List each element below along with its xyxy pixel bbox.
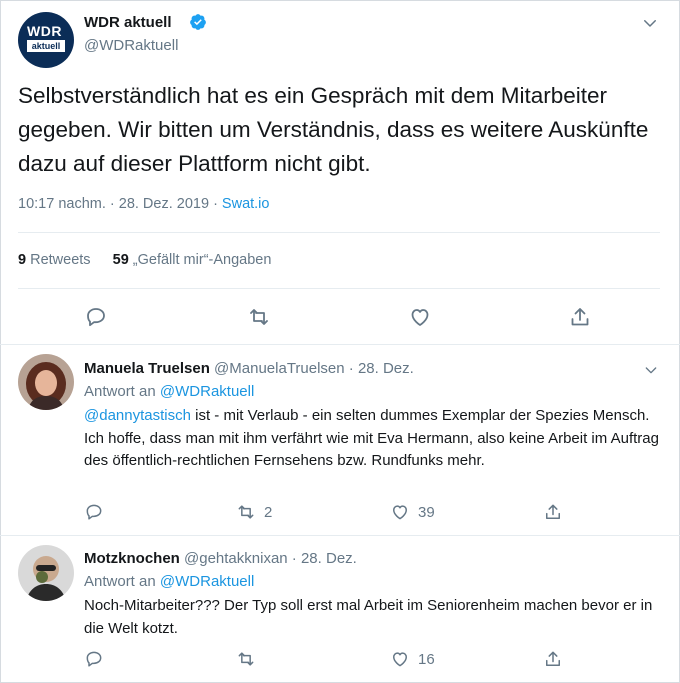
share-icon[interactable] [568, 305, 592, 329]
divider [18, 288, 660, 289]
reply-to-label: Antwort an [84, 383, 156, 400]
retweet-count: 9 [18, 252, 27, 268]
share-icon[interactable] [543, 502, 563, 522]
reply-action[interactable] [84, 502, 104, 522]
retweet-icon[interactable] [247, 305, 271, 329]
like-icon[interactable] [390, 649, 410, 669]
reply-text: Noch-Mitarbeiter??? Der Typ soll erst ma… [84, 597, 653, 637]
retweet-action[interactable] [236, 649, 256, 669]
reply-to-label: Antwort an [84, 573, 156, 590]
author-handle[interactable]: @WDRaktuell [84, 37, 178, 54]
like-action[interactable]: 16 [390, 649, 435, 669]
chevron-down-icon[interactable] [643, 362, 659, 378]
reply-header: Motzknochen @gehtakknixan · 28. Dez. [84, 550, 357, 567]
verified-badge-icon [190, 14, 206, 30]
author-name[interactable]: Manuela Truelsen [84, 360, 210, 377]
retweet-label: Retweets [30, 252, 91, 268]
timestamp[interactable]: 10:17 nachm. · 28. Dez. 2019 · [18, 196, 222, 212]
reply-text: @dannytastisch ist - mit Verlaub - ein s… [84, 405, 664, 473]
retweet-action[interactable]: 2 [236, 502, 272, 522]
reply-tweet[interactable]: Manuela Truelsen @ManuelaTruelsen · 28. … [0, 345, 680, 535]
source-link[interactable]: Swat.io [222, 196, 270, 212]
tweet-metadata: 10:17 nachm. · 28. Dez. 2019 · Swat.io [18, 196, 269, 212]
like-count: 59 [112, 252, 129, 268]
divider [18, 232, 660, 233]
avatar[interactable] [18, 545, 74, 601]
retweet-stat[interactable]: 9 Retweets [18, 252, 91, 268]
avatar[interactable]: WDR aktuell [18, 12, 74, 68]
avatar-logo-text: WDR [27, 23, 62, 39]
retweet-icon[interactable] [236, 502, 256, 522]
reply-action[interactable] [84, 649, 104, 669]
like-action[interactable]: 39 [390, 502, 435, 522]
mention-link[interactable]: @dannytastisch [84, 407, 191, 424]
avatar-logo-subtext: aktuell [27, 40, 65, 52]
avatar[interactable] [18, 354, 74, 410]
like-count: 39 [418, 503, 435, 521]
reply-icon[interactable] [84, 305, 108, 329]
author-handle-date[interactable]: @ManuelaTruelsen · 28. Dez. [214, 360, 414, 377]
retweet-count: 2 [264, 503, 273, 521]
tweet-text: Selbstverständlich hat es ein Gespräch m… [18, 83, 649, 176]
share-icon[interactable] [543, 649, 563, 669]
main-tweet: WDR aktuell WDR aktuell @WDRaktuell Selb… [0, 0, 680, 344]
like-count: 16 [418, 650, 435, 668]
reply-to: Antwort an @WDRaktuell [84, 383, 254, 400]
author-name[interactable]: WDR aktuell [84, 14, 172, 31]
like-label: „Gefällt mir“-Angaben [132, 252, 272, 268]
reply-to: Antwort an @WDRaktuell [84, 573, 254, 590]
reply-tweet[interactable]: Motzknochen @gehtakknixan · 28. Dez. Ant… [0, 536, 680, 683]
share-action[interactable] [543, 649, 563, 669]
reply-header: Manuela Truelsen @ManuelaTruelsen · 28. … [84, 360, 414, 377]
chevron-down-icon[interactable] [641, 14, 659, 32]
reply-icon[interactable] [84, 649, 104, 669]
like-stat[interactable]: 59 „Gefällt mir“-Angaben [113, 252, 272, 268]
share-action[interactable] [543, 502, 563, 522]
like-icon[interactable] [408, 305, 432, 329]
like-icon[interactable] [390, 502, 410, 522]
reply-icon[interactable] [84, 502, 104, 522]
author-name[interactable]: Motzknochen [84, 550, 180, 567]
author-handle-date[interactable]: @gehtakknixan · 28. Dez. [184, 550, 357, 567]
reply-to-link[interactable]: @WDRaktuell [160, 573, 254, 590]
reply-to-link[interactable]: @WDRaktuell [160, 383, 254, 400]
retweet-icon[interactable] [236, 649, 256, 669]
tweet-stats: 9 Retweets 59 „Gefällt mir“-Angaben [18, 252, 271, 268]
